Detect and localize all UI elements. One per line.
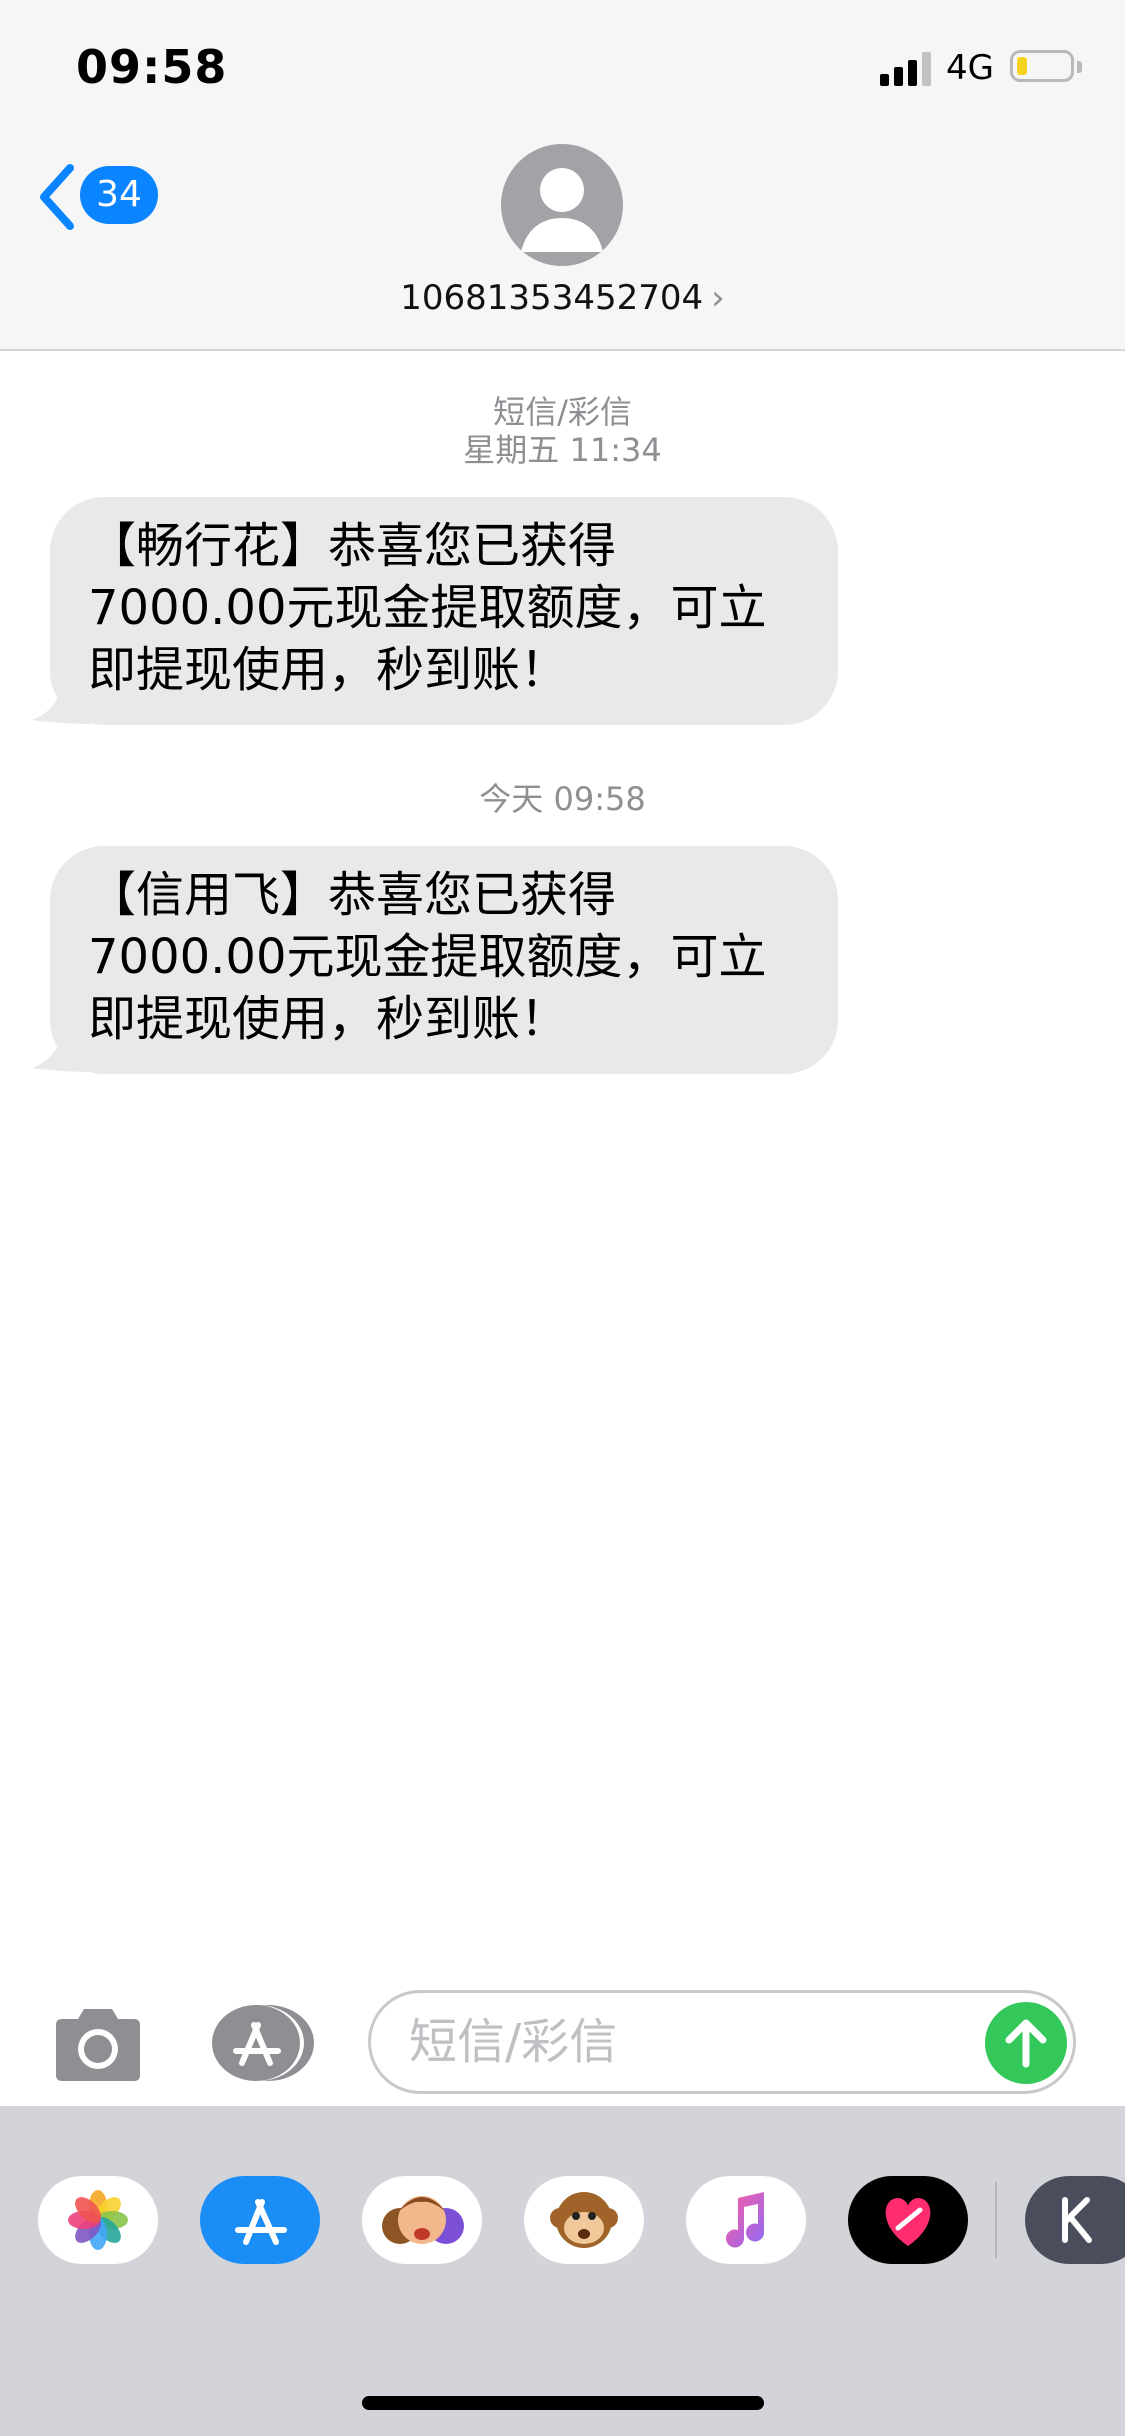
- battery-icon: [1010, 50, 1074, 82]
- drawer-divider: [995, 2182, 997, 2258]
- send-arrow-icon: [1005, 2019, 1047, 2068]
- app-store-app-icon[interactable]: [200, 2176, 320, 2264]
- memoji-icon: [382, 2196, 464, 2244]
- app-drawer: [0, 2106, 1125, 2436]
- compose-bar: [0, 1985, 1125, 2105]
- chevron-right-icon: ›: [711, 278, 725, 318]
- send-button[interactable]: [985, 2002, 1067, 2084]
- photos-icon: [68, 2190, 128, 2250]
- unread-count-badge[interactable]: 34: [80, 166, 158, 224]
- message-type-label: 短信/彩信: [493, 393, 632, 431]
- battery-level: [1017, 57, 1027, 75]
- heart-icon: [885, 2198, 931, 2246]
- app-store-icon[interactable]: [208, 2003, 318, 2083]
- memoji-app-icon[interactable]: [362, 2176, 482, 2264]
- message-bubble[interactable]: 【信用飞】恭喜您已获得7000.00元现金提取额度，可立即提现使用，秒到账！: [50, 846, 838, 1074]
- status-bar: 09:58 4G: [0, 0, 1125, 140]
- message-bubble[interactable]: 【畅行花】恭喜您已获得7000.00元现金提取额度，可立即提现使用，秒到账！: [50, 497, 838, 725]
- person-icon: [521, 168, 603, 252]
- contact-number[interactable]: 10681353452704: [400, 278, 703, 318]
- camera-icon[interactable]: [50, 2005, 146, 2083]
- animoji-app-icon[interactable]: [524, 2176, 644, 2264]
- message-input[interactable]: [407, 2011, 971, 2073]
- k-letter-icon: [1062, 2197, 1092, 2243]
- photos-app-icon[interactable]: [38, 2176, 158, 2264]
- music-app-icon[interactable]: [686, 2176, 806, 2264]
- app-store-icon: [235, 2199, 287, 2245]
- k-app-icon[interactable]: [1025, 2176, 1125, 2264]
- heart-app-icon[interactable]: [848, 2176, 968, 2264]
- monkey-icon: [550, 2192, 618, 2248]
- message-text: 【畅行花】恭喜您已获得7000.00元现金提取额度，可立即提现使用，秒到账！: [88, 518, 767, 698]
- contact-avatar[interactable]: [501, 144, 623, 266]
- message-text: 【信用飞】恭喜您已获得7000.00元现金提取额度，可立即提现使用，秒到账！: [88, 867, 767, 1047]
- network-type: 4G: [946, 48, 994, 88]
- contact-title[interactable]: 10681353452704 ›: [0, 278, 1125, 318]
- conversation-header: 34 10681353452704 ›: [0, 140, 1125, 351]
- music-note-icon: [726, 2192, 765, 2248]
- status-time: 09:58: [76, 40, 228, 94]
- message-input-field[interactable]: [368, 1990, 1076, 2094]
- home-indicator[interactable]: [362, 2396, 764, 2410]
- timestamp: 今天 09:58: [479, 780, 646, 818]
- cellular-signal-icon: [880, 52, 931, 86]
- timestamp: 星期五 11:34: [463, 431, 662, 469]
- battery-tip: [1077, 61, 1082, 73]
- back-chevron-icon[interactable]: [36, 162, 80, 232]
